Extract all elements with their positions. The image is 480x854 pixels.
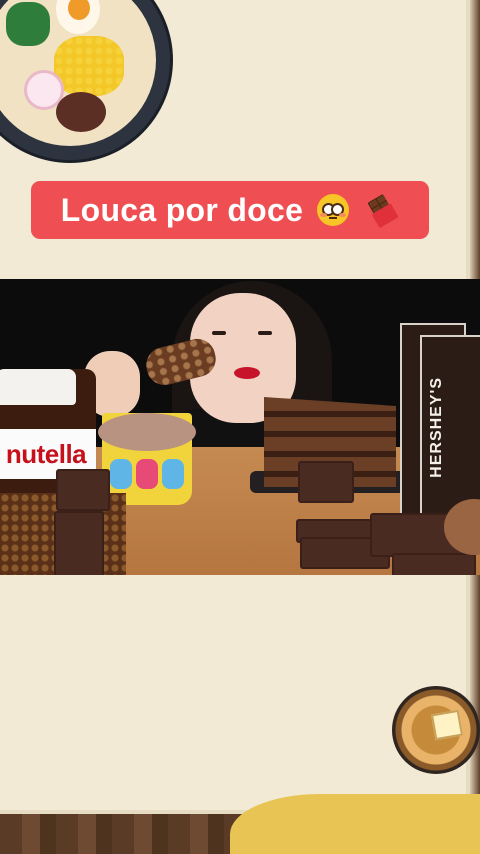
ice-cream-cup-top: [98, 413, 196, 451]
mustard-ring-decoration: [240, 818, 288, 854]
cup-monster-blue-2: [162, 459, 184, 489]
ramen-egg: [56, 0, 100, 34]
nutella-label-text: nutella: [5, 438, 87, 469]
ramen-corn: [54, 36, 124, 96]
nutella-jar-lid: [0, 369, 76, 405]
brownie-piece-2: [54, 511, 104, 575]
chocolate-bar-icon: [361, 188, 405, 232]
chocolate-bar-4: [392, 553, 476, 575]
ramen-contents: [0, 0, 156, 146]
butter-pat: [430, 709, 464, 741]
brownie-piece: [56, 469, 110, 511]
cup-monster-pink: [136, 459, 158, 489]
person-eye-right: [258, 331, 272, 335]
video-frame[interactable]: nutella HERSHEY'S: [0, 279, 480, 575]
title-text: Louca por doce: [60, 191, 304, 228]
title-banner: Louca por doce: [31, 181, 429, 239]
person-lips: [234, 367, 260, 379]
person-eye-left: [212, 331, 226, 335]
cup-monster-blue: [110, 459, 132, 489]
ramen-mushroom: [56, 92, 106, 132]
milk-box-label: HERSHEY'S: [428, 377, 445, 478]
brownie-on-tray: [298, 461, 354, 503]
flushed-face-icon: [317, 194, 350, 226]
egg-yolk: [68, 0, 90, 20]
ramen-greens: [6, 2, 50, 46]
story-frame: Louca por doce nutella HERSHEY'S: [0, 0, 480, 854]
